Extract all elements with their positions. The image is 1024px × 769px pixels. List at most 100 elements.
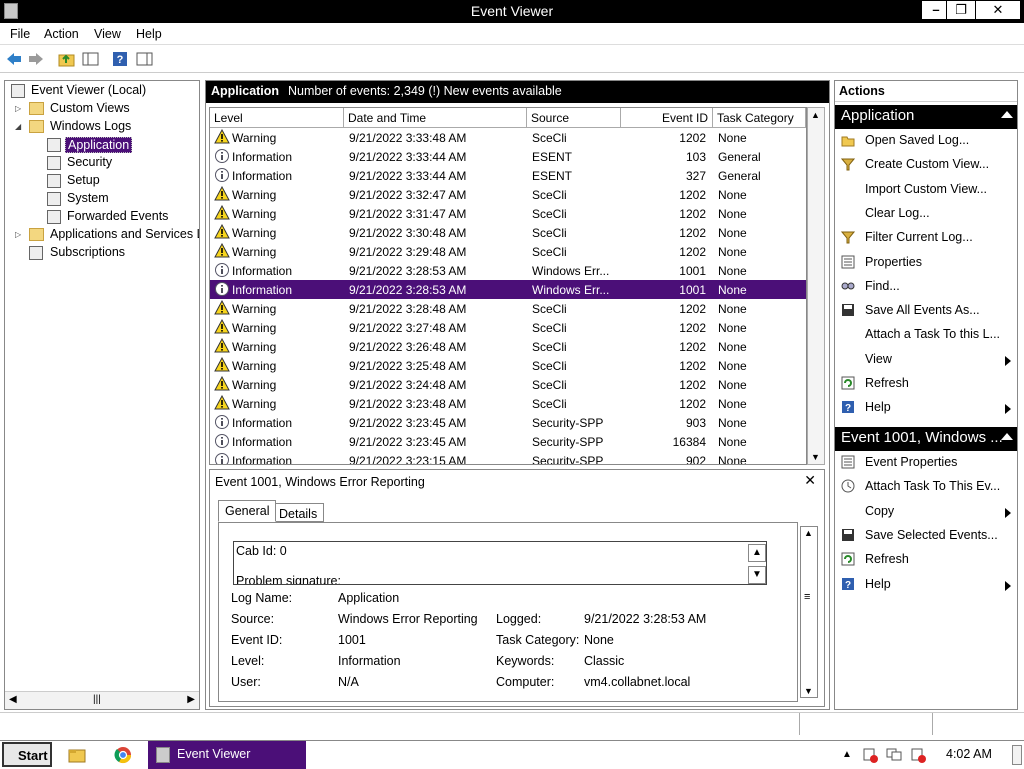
column-task-category[interactable]: Task Category bbox=[713, 108, 806, 128]
scroll-down-icon[interactable]: ▼ bbox=[804, 686, 813, 696]
description-box[interactable]: Cab Id: 0 Problem signature: ▲ ▼ bbox=[233, 541, 767, 585]
table-row[interactable]: Information 9/21/2022 3:23:45 AM Security-… bbox=[210, 413, 806, 432]
event-list-scrollbar[interactable]: ▲ ▼ bbox=[807, 107, 825, 465]
table-row[interactable]: Warning 9/21/2022 3:32:47 AM SceCli 1202 Non… bbox=[210, 185, 806, 204]
action-help[interactable]: ? Help bbox=[835, 397, 1017, 419]
table-row[interactable]: Warning 9/21/2022 3:26:48 AM SceCli 1202 Non… bbox=[210, 337, 806, 356]
desc-scroll-up-icon[interactable]: ▲ bbox=[748, 544, 766, 562]
action-clear-log[interactable]: Clear Log... bbox=[835, 203, 1017, 225]
actions-section-event[interactable]: Event 1001, Windows ... bbox=[835, 427, 1017, 451]
scroll-left-icon[interactable]: ◀ bbox=[9, 694, 17, 705]
action-event-properties[interactable]: Event Properties bbox=[835, 452, 1017, 474]
column-date-time[interactable]: Date and Time bbox=[344, 108, 527, 128]
scroll-thumb[interactable]: ||| bbox=[93, 694, 101, 705]
action-refresh[interactable]: Refresh bbox=[835, 549, 1017, 571]
help-icon[interactable]: ? bbox=[112, 51, 130, 67]
expand-arrow-icon[interactable]: ▷ bbox=[15, 104, 21, 113]
action-view[interactable]: View bbox=[835, 349, 1017, 371]
actions-section-application[interactable]: Application bbox=[835, 105, 1017, 129]
tree-item-system[interactable]: System bbox=[5, 190, 199, 208]
action-attach-a-task-to-this-l[interactable]: Attach a Task To this L... bbox=[835, 324, 1017, 346]
file-explorer-icon[interactable] bbox=[68, 747, 86, 763]
detail-close-icon[interactable]: ✕ bbox=[804, 472, 816, 489]
show-hide-action-pane-icon[interactable] bbox=[136, 51, 154, 67]
tree-horizontal-scrollbar[interactable]: ◀ ||| ▶ bbox=[5, 691, 199, 709]
tree-item-application[interactable]: Application bbox=[5, 136, 199, 154]
table-row[interactable]: Warning 9/21/2022 3:31:47 AM SceCli 1202 Non… bbox=[210, 204, 806, 223]
tab-general[interactable]: General bbox=[218, 500, 277, 522]
row-level: Warning bbox=[232, 302, 277, 316]
action-properties[interactable]: Properties bbox=[835, 252, 1017, 274]
tree-item-security[interactable]: Security bbox=[5, 154, 199, 172]
tree-item-forwarded-events[interactable]: Forwarded Events bbox=[5, 208, 199, 226]
scroll-up-icon[interactable]: ▲ bbox=[804, 528, 813, 538]
action-import-custom-view[interactable]: Import Custom View... bbox=[835, 179, 1017, 201]
tree-item-windows-logs[interactable]: ◢ Windows Logs bbox=[5, 118, 199, 136]
folder-up-icon[interactable] bbox=[58, 51, 76, 67]
scroll-thumb[interactable]: ≡ bbox=[804, 591, 810, 603]
collapse-arrow-icon[interactable]: ◢ bbox=[15, 122, 21, 131]
action-find[interactable]: Find... bbox=[835, 276, 1017, 298]
tree-item-event-viewer-local[interactable]: Event Viewer (Local) bbox=[5, 82, 199, 100]
table-row[interactable]: Warning 9/21/2022 3:28:48 AM SceCli 1202 Non… bbox=[210, 299, 806, 318]
table-row[interactable]: Warning 9/21/2022 3:24:48 AM SceCli 1202 Non… bbox=[210, 375, 806, 394]
action-help[interactable]: ? Help bbox=[835, 574, 1017, 596]
action-save-all-events-as[interactable]: Save All Events As... bbox=[835, 300, 1017, 322]
table-row[interactable]: Warning 9/21/2022 3:25:48 AM SceCli 1202 Non… bbox=[210, 356, 806, 375]
log-icon bbox=[47, 210, 61, 224]
table-row[interactable]: Information 9/21/2022 3:33:44 AM ESENT 327 G… bbox=[210, 166, 806, 185]
menu-file[interactable]: File bbox=[10, 27, 30, 41]
table-row[interactable]: Warning 9/21/2022 3:33:48 AM SceCli 1202 Non… bbox=[210, 128, 806, 147]
scroll-right-icon[interactable]: ▶ bbox=[187, 694, 195, 705]
action-copy[interactable]: Copy bbox=[835, 501, 1017, 523]
tree-item-subscriptions[interactable]: Subscriptions bbox=[5, 244, 199, 262]
action-open-saved-log[interactable]: Open Saved Log... bbox=[835, 130, 1017, 152]
column-event-id[interactable]: Event ID bbox=[621, 108, 713, 128]
action-save-selected-events[interactable]: Save Selected Events... bbox=[835, 525, 1017, 547]
row-date: 9/21/2022 3:33:48 AM bbox=[349, 131, 467, 145]
start-button[interactable]: Start bbox=[2, 742, 52, 767]
action-center-icon[interactable] bbox=[862, 747, 878, 763]
table-row[interactable]: Information 9/21/2022 3:23:45 AM Security-… bbox=[210, 432, 806, 451]
desc-scroll-down-icon[interactable]: ▼ bbox=[748, 566, 766, 584]
show-hide-tree-icon[interactable] bbox=[82, 51, 100, 67]
taskbar-event-viewer[interactable]: Event Viewer bbox=[148, 741, 306, 769]
action-create-custom-view[interactable]: Create Custom View... bbox=[835, 154, 1017, 176]
table-row[interactable]: Warning 9/21/2022 3:29:48 AM SceCli 1202 Non… bbox=[210, 242, 806, 261]
tree-item-applications-and-services[interactable]: ▷ Applications and Services Lo bbox=[5, 226, 199, 244]
collapse-section-icon[interactable] bbox=[1001, 433, 1013, 440]
expand-arrow-icon[interactable]: ▷ bbox=[15, 230, 21, 239]
show-desktop-button[interactable] bbox=[1012, 745, 1022, 765]
table-row[interactable]: Warning 9/21/2022 3:27:48 AM SceCli 1202 Non… bbox=[210, 318, 806, 337]
scroll-up-icon[interactable]: ▲ bbox=[811, 110, 820, 120]
maximize-button[interactable]: ❐ bbox=[946, 0, 976, 20]
action-filter-current-log[interactable]: Filter Current Log... bbox=[835, 227, 1017, 249]
column-source[interactable]: Source bbox=[527, 108, 621, 128]
forward-arrow-icon[interactable] bbox=[27, 51, 45, 67]
table-row[interactable]: Information 9/21/2022 3:28:53 AM Windows E… bbox=[210, 280, 806, 299]
tree-item-custom-views[interactable]: ▷ Custom Views bbox=[5, 100, 199, 118]
collapse-section-icon[interactable] bbox=[1001, 111, 1013, 118]
table-row[interactable]: Information 9/21/2022 3:33:44 AM ESENT 103 G… bbox=[210, 147, 806, 166]
table-row[interactable]: Information 9/21/2022 3:28:53 AM Windows E… bbox=[210, 261, 806, 280]
table-row[interactable]: Warning 9/21/2022 3:30:48 AM SceCli 1202 Non… bbox=[210, 223, 806, 242]
scroll-down-icon[interactable]: ▼ bbox=[811, 452, 820, 462]
menu-view[interactable]: View bbox=[94, 27, 121, 41]
column-level[interactable]: Level bbox=[210, 108, 344, 128]
detail-scrollbar[interactable]: ▲ ≡ ▼ bbox=[800, 526, 818, 698]
tab-details[interactable]: Details bbox=[272, 503, 325, 522]
show-hidden-icons-icon[interactable]: ▲ bbox=[842, 749, 852, 760]
table-row[interactable]: Warning 9/21/2022 3:23:48 AM SceCli 1202 Non… bbox=[210, 394, 806, 413]
action-refresh[interactable]: Refresh bbox=[835, 373, 1017, 395]
menu-help[interactable]: Help bbox=[136, 27, 162, 41]
close-button[interactable]: ✕ bbox=[975, 0, 1021, 20]
network-icon[interactable] bbox=[886, 747, 902, 763]
table-row[interactable]: Information 9/21/2022 3:23:15 AM Security-… bbox=[210, 451, 806, 464]
clock[interactable]: 4:02 AM bbox=[946, 747, 992, 761]
menu-action[interactable]: Action bbox=[44, 27, 79, 41]
volume-icon[interactable] bbox=[910, 747, 926, 763]
chrome-icon[interactable] bbox=[114, 746, 132, 764]
back-arrow-icon[interactable] bbox=[5, 51, 23, 67]
tree-item-setup[interactable]: Setup bbox=[5, 172, 199, 190]
action-attach-task-to-this-ev[interactable]: Attach Task To This Ev... bbox=[835, 476, 1017, 498]
